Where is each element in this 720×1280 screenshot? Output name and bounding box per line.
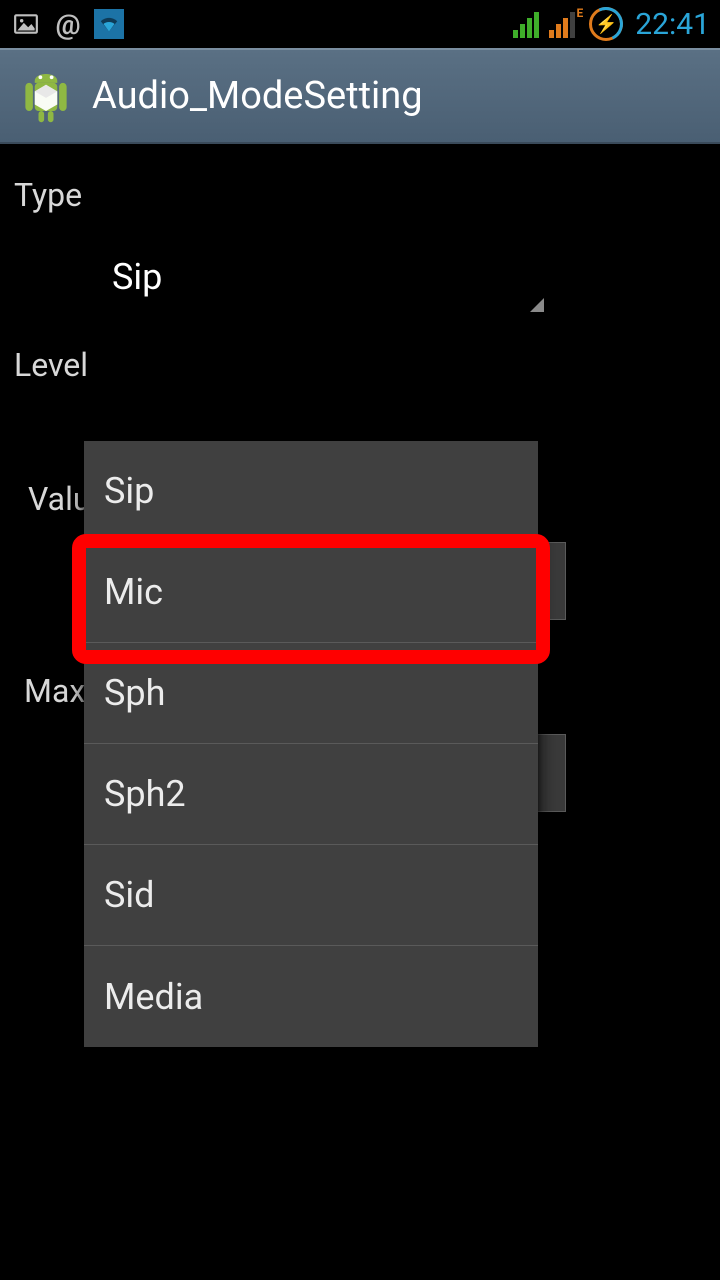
action-bar: Audio_ModeSetting <box>0 48 720 144</box>
signal-1-icon <box>513 10 539 38</box>
at-icon: @ <box>52 8 84 40</box>
page-title: Audio_ModeSetting <box>92 74 423 118</box>
gallery-icon <box>10 8 42 40</box>
status-right: E ⚡ 22:41 <box>513 7 710 42</box>
spinner-triangle-icon <box>530 298 544 312</box>
status-left: @ <box>10 8 124 40</box>
type-spinner[interactable]: Sip <box>96 238 550 316</box>
type-label: Type <box>14 176 710 214</box>
dropdown-item-mic[interactable]: Mic <box>84 542 538 643</box>
bolt-icon: ⚡ <box>595 14 617 35</box>
dropdown-item-media[interactable]: Media <box>84 946 538 1047</box>
level-label: Level <box>14 346 710 384</box>
type-dropdown: Sip Mic Sph Sph2 Sid Media <box>84 441 538 1047</box>
app-icon <box>16 66 76 126</box>
edge-label: E <box>577 6 584 20</box>
type-spinner-value: Sip <box>112 256 162 298</box>
wifi-icon <box>94 9 124 39</box>
dropdown-item-sph[interactable]: Sph <box>84 643 538 744</box>
dropdown-item-sph2[interactable]: Sph2 <box>84 744 538 845</box>
dropdown-item-sip[interactable]: Sip <box>84 441 538 542</box>
content: Type Sip Level Value Max Vol. Sip Mic Sp… <box>0 144 720 832</box>
status-bar: @ E ⚡ 22:41 <box>0 0 720 48</box>
signal-2-icon: E <box>549 10 575 38</box>
dropdown-item-sid[interactable]: Sid <box>84 845 538 946</box>
battery-icon: ⚡ <box>589 7 623 41</box>
clock: 22:41 <box>635 7 710 42</box>
